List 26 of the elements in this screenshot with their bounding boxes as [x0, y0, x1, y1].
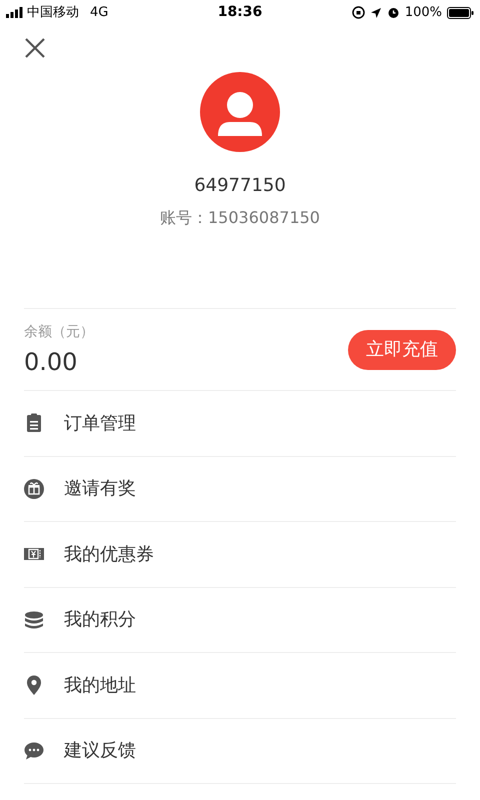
menu-item[interactable]: 我的优惠券	[24, 522, 456, 588]
location-icon	[370, 6, 382, 18]
location-pin-icon	[24, 675, 44, 696]
close-button[interactable]	[24, 37, 46, 59]
network-type: 4G	[90, 4, 108, 22]
user-name: 64977150	[194, 174, 286, 198]
menu-item[interactable]: 我的地址	[24, 653, 456, 718]
alarm-icon	[386, 6, 400, 19]
balance-amount: 0.00	[24, 346, 78, 378]
balance-label: 余额（元）	[24, 322, 94, 342]
chat-bubble-icon	[24, 740, 44, 761]
menu-item[interactable]: 我的积分	[24, 588, 456, 653]
gift-icon	[24, 478, 44, 499]
carrier-name: 中国移动	[27, 4, 79, 22]
menu-item[interactable]: 邀请有奖	[24, 456, 456, 522]
rotation-lock-icon	[352, 6, 365, 19]
account-number: 账号：15036087150	[160, 207, 320, 229]
status-time: 18:36	[218, 3, 262, 22]
signal-icon	[6, 7, 24, 18]
coins-icon	[24, 610, 44, 630]
recharge-button[interactable]: 立即充值	[348, 330, 456, 370]
menu-item[interactable]: 建议反馈	[24, 718, 456, 784]
battery-icon	[446, 6, 474, 18]
menu-item[interactable]: 订单管理	[24, 391, 456, 456]
battery-percent: 100%	[404, 4, 442, 22]
clipboard-icon	[24, 413, 44, 434]
